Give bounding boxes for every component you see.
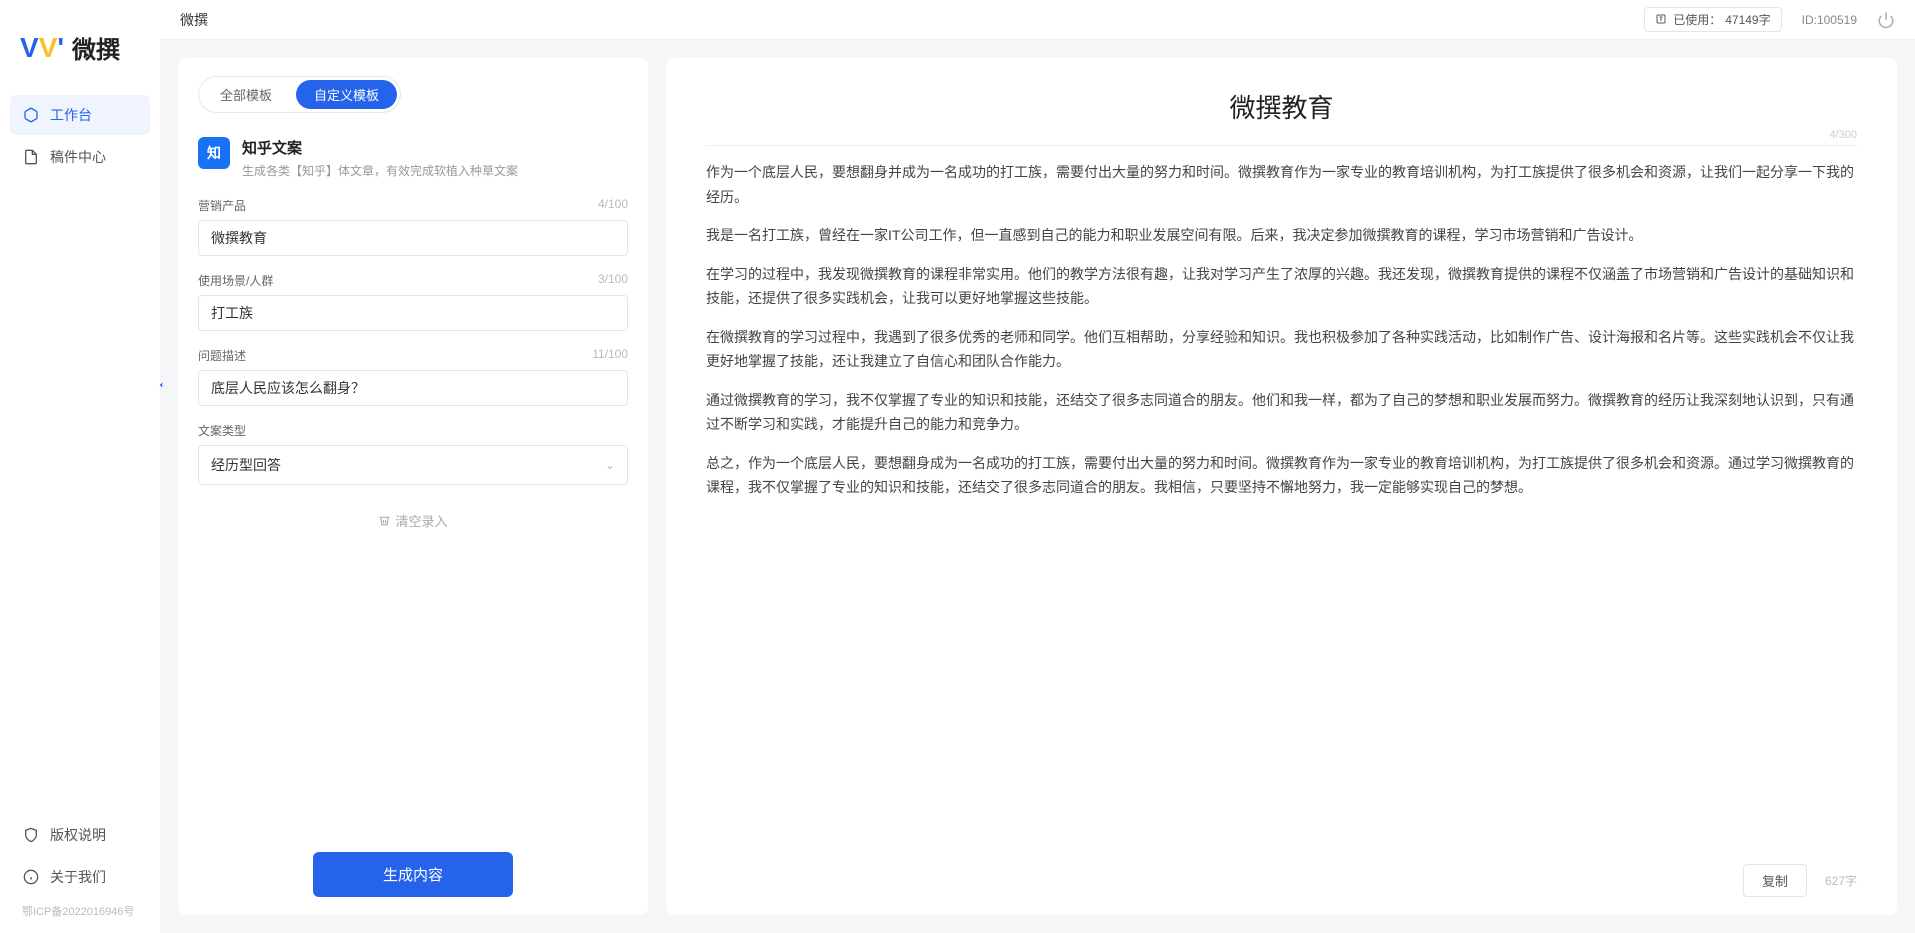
output-panel: 微撰教育 4/300 作为一个底层人民，要想翻身并成为一名成功的打工族，需要付出… xyxy=(666,58,1897,915)
usage-badge[interactable]: 已使用： 47149字 xyxy=(1644,7,1781,32)
nav-bottom: 版权说明 关于我们 鄂ICP备2022016946号 xyxy=(0,815,160,933)
shield-icon xyxy=(22,826,40,844)
output-paragraph: 作为一个底层人民，要想翻身并成为一名成功的打工族，需要付出大量的努力和时间。微撰… xyxy=(706,160,1857,209)
topbar-right: 已使用： 47149字 ID:100519 xyxy=(1644,7,1895,32)
char-count: 627字 xyxy=(1825,872,1857,889)
logo: VV' 微撰 xyxy=(0,20,160,95)
field-label: 问题描述 xyxy=(198,347,246,364)
nav-label: 稿件中心 xyxy=(50,147,106,167)
type-select[interactable]: 经历型回答 ⌄ xyxy=(198,445,628,485)
chevron-down-icon: ⌄ xyxy=(605,458,615,472)
question-input[interactable] xyxy=(198,370,628,406)
field-scene: 使用场景/人群 3/100 xyxy=(198,272,628,331)
output-paragraph: 在学习的过程中，我发现微撰教育的课程非常实用。他们的教学方法很有趣，让我对学习产… xyxy=(706,262,1857,311)
user-id: ID:100519 xyxy=(1802,13,1857,27)
output-paragraph: 总之，作为一个底层人民，要想翻身成为一名成功的打工族，需要付出大量的努力和时间。… xyxy=(706,451,1857,500)
field-type: 文案类型 经历型回答 ⌄ xyxy=(198,422,628,485)
tab-custom-templates[interactable]: 自定义模板 xyxy=(296,80,397,109)
output-title-counter: 4/300 xyxy=(706,129,1857,146)
usage-label: 已使用： xyxy=(1673,11,1721,28)
zhihu-icon: 知 xyxy=(198,137,230,169)
field-counter: 3/100 xyxy=(598,272,628,289)
field-counter: 11/100 xyxy=(592,347,628,364)
output-footer: 复制 627字 xyxy=(706,854,1857,897)
nav-item-drafts[interactable]: 稿件中心 xyxy=(10,137,150,177)
output-title: 微撰教育 xyxy=(706,88,1857,125)
field-product: 营销产品 4/100 xyxy=(198,197,628,256)
field-label: 文案类型 xyxy=(198,422,246,439)
nav-item-about[interactable]: 关于我们 xyxy=(10,857,150,897)
field-label: 使用场景/人群 xyxy=(198,272,273,289)
output-paragraph: 在微撰教育的学习过程中，我遇到了很多优秀的老师和同学。他们互相帮助，分享经验和知… xyxy=(706,325,1857,374)
template-desc: 生成各类【知乎】体文章，有效完成软植入种草文案 xyxy=(242,162,518,179)
nav-label: 关于我们 xyxy=(50,867,106,887)
cube-icon xyxy=(22,106,40,124)
logo-text: 微撰 xyxy=(72,30,120,65)
scene-input[interactable] xyxy=(198,295,628,331)
template-title: 知乎文案 xyxy=(242,137,518,158)
tab-all-templates[interactable]: 全部模板 xyxy=(202,80,290,109)
document-icon xyxy=(22,148,40,166)
icp-footer: 鄂ICP备2022016946号 xyxy=(10,899,150,923)
output-body: 作为一个底层人民，要想翻身并成为一名成功的打工族，需要付出大量的努力和时间。微撰… xyxy=(706,160,1857,854)
sidebar: VV' 微撰 工作台 稿件中心 版权说明 xyxy=(0,0,160,933)
content: 全部模板 自定义模板 知 知乎文案 生成各类【知乎】体文章，有效完成软植入种草文… xyxy=(160,40,1915,933)
nav-label: 工作台 xyxy=(50,105,92,125)
nav: 工作台 稿件中心 xyxy=(0,95,160,815)
field-label: 营销产品 xyxy=(198,197,246,214)
page-title: 微撰 xyxy=(180,10,208,30)
info-icon xyxy=(22,868,40,886)
nav-item-workspace[interactable]: 工作台 xyxy=(10,95,150,135)
template-card: 知 知乎文案 生成各类【知乎】体文章，有效完成软植入种草文案 xyxy=(198,131,628,197)
logo-mark: VV' xyxy=(20,32,64,64)
usage-value: 47149字 xyxy=(1725,11,1770,28)
form-panel: 全部模板 自定义模板 知 知乎文案 生成各类【知乎】体文章，有效完成软植入种草文… xyxy=(178,58,648,915)
generate-button[interactable]: 生成内容 xyxy=(313,852,513,897)
field-counter: 4/100 xyxy=(598,197,628,214)
trash-icon xyxy=(378,514,391,527)
topbar: 微撰 已使用： 47149字 ID:100519 xyxy=(160,0,1915,40)
power-icon[interactable] xyxy=(1877,11,1895,29)
clear-button[interactable]: 清空录入 xyxy=(198,501,628,540)
select-value: 经历型回答 xyxy=(211,455,281,475)
nav-label: 版权说明 xyxy=(50,825,106,845)
output-paragraph: 通过微撰教育的学习，我不仅掌握了专业的知识和技能，还结交了很多志同道合的朋友。他… xyxy=(706,388,1857,437)
output-paragraph: 我是一名打工族，曾经在一家IT公司工作，但一直感到自己的能力和职业发展空间有限。… xyxy=(706,223,1857,248)
sidebar-collapse-handle[interactable] xyxy=(154,375,168,395)
nav-item-copyright[interactable]: 版权说明 xyxy=(10,815,150,855)
product-input[interactable] xyxy=(198,220,628,256)
text-icon xyxy=(1655,13,1669,27)
template-tabs: 全部模板 自定义模板 xyxy=(198,76,401,113)
field-question: 问题描述 11/100 xyxy=(198,347,628,406)
template-info: 知乎文案 生成各类【知乎】体文章，有效完成软植入种草文案 xyxy=(242,137,518,179)
copy-button[interactable]: 复制 xyxy=(1743,864,1807,897)
clear-label: 清空录入 xyxy=(395,511,447,530)
main: 微撰 已使用： 47149字 ID:100519 全部模板 xyxy=(160,0,1915,933)
